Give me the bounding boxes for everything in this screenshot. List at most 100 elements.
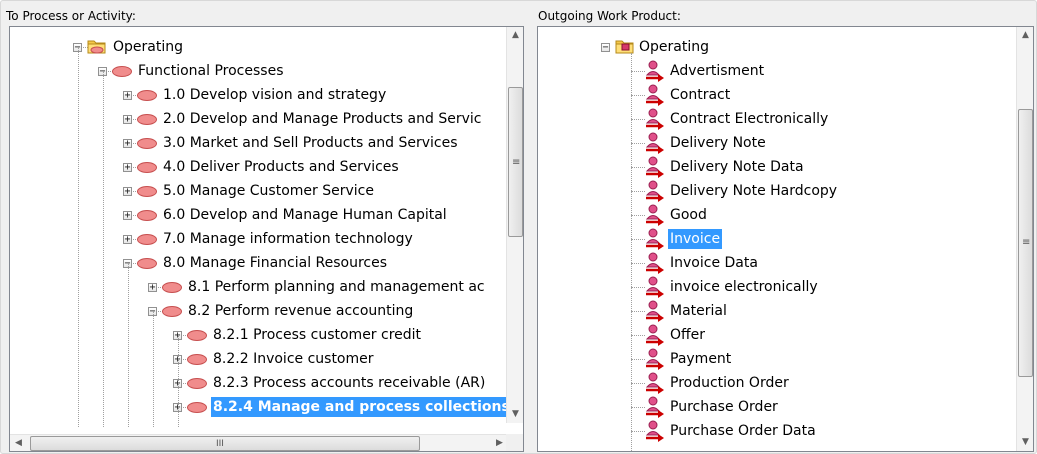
tree-item-label: Good (670, 207, 707, 223)
tree-row[interactable]: − Functional Processes (10, 59, 510, 83)
collapse-icon[interactable]: − (601, 43, 610, 53)
tree-connector (631, 311, 645, 312)
tree-connector (631, 215, 645, 216)
tree-row[interactable]: +8.2.3 Process accounts receivable (AR) (10, 371, 510, 395)
tree-row[interactable]: +6.0 Develop and Manage Human Capital (10, 203, 510, 227)
process-oval-icon (137, 114, 157, 125)
expand-icon[interactable]: + (123, 115, 132, 125)
tree-guide-line (153, 311, 154, 427)
tree-row[interactable]: Contract (538, 83, 1008, 107)
expand-icon[interactable]: + (148, 283, 157, 293)
tree-item-label: Advertisment (670, 63, 765, 79)
grip-icon: ≡ (512, 157, 521, 168)
expand-icon[interactable]: + (123, 91, 132, 101)
tree-row[interactable]: Delivery Note (538, 131, 1008, 155)
tree-connector (631, 239, 645, 240)
tree-row[interactable]: +4.0 Deliver Products and Services (10, 155, 510, 179)
process-tree-vertical-scrollbar[interactable]: ▲ ≡ ▼ (506, 27, 523, 423)
tree-item-label: Functional Processes (138, 63, 284, 79)
tree-item-label: 5.0 Manage Customer Service (163, 183, 374, 199)
tree-item-label: Production Order (670, 375, 789, 391)
scroll-thumb-horizontal[interactable]: III (30, 436, 420, 451)
expand-icon[interactable]: + (123, 163, 132, 173)
work-product-person-icon (644, 204, 666, 226)
process-oval-icon (137, 186, 157, 197)
tree-row[interactable]: Purchase Order (538, 395, 1008, 419)
tree-item-label: Operating (113, 39, 183, 55)
tree-row[interactable]: − Operating (538, 35, 1008, 59)
tree-connector (631, 143, 645, 144)
expand-icon[interactable]: + (123, 211, 132, 221)
process-tree[interactable]: − Operating − Functional Processes +1.0 Deve… (9, 26, 524, 452)
tree-item-label: Contract Electronically (670, 111, 829, 127)
tree-item-label: Delivery Note Hardcopy (670, 183, 838, 199)
tree-row[interactable]: +1.0 Develop vision and strategy (10, 83, 510, 107)
process-oval-icon (162, 282, 182, 293)
tree-row[interactable]: −8.2 Perform revenue accounting (10, 299, 510, 323)
work-product-person-icon (644, 420, 666, 442)
tree-row[interactable]: +3.0 Market and Sell Products and Servic… (10, 131, 510, 155)
process-oval-icon (187, 402, 207, 413)
grip-icon: ≡ (1022, 237, 1031, 248)
tree-row[interactable]: +5.0 Manage Customer Service (10, 179, 510, 203)
work-product-tree[interactable]: − Operating Advertisment Contract Contract E… (537, 26, 1034, 452)
tree-row[interactable]: +8.2.2 Invoice customer (10, 347, 510, 371)
tree-row[interactable]: +8.2.4 Manage and process collections (10, 395, 512, 419)
work-product-person-icon (644, 252, 666, 274)
tree-connector (631, 359, 645, 360)
process-oval-icon (112, 66, 132, 77)
tree-connector (631, 287, 645, 288)
tree-item-label: 7.0 Manage information technology (163, 231, 413, 247)
scroll-up-arrow-icon[interactable]: ▲ (1017, 27, 1033, 44)
scroll-thumb[interactable]: ≡ (508, 87, 523, 237)
tree-row[interactable]: Offer (538, 323, 1008, 347)
tree-row[interactable]: Payment (538, 347, 1008, 371)
work-product-person-icon (644, 300, 666, 322)
tree-item-label: 4.0 Deliver Products and Services (163, 159, 399, 175)
tree-row[interactable]: Production Order (538, 371, 1008, 395)
scroll-down-arrow-icon[interactable]: ▼ (507, 406, 523, 423)
tree-connector (631, 263, 645, 264)
scroll-left-arrow-icon[interactable]: ◀ (10, 435, 27, 451)
tree-row[interactable]: − Operating (10, 35, 510, 59)
left-panel-caption: To Process or Activity: (6, 9, 136, 23)
work-product-vertical-scrollbar[interactable]: ▲ ≡ ▼ (1016, 27, 1033, 451)
tree-row[interactable]: +7.0 Manage information technology (10, 227, 510, 251)
process-tree-horizontal-scrollbar[interactable]: ◀ III ▶ (10, 434, 508, 451)
tree-row[interactable]: Good (538, 203, 1008, 227)
scroll-up-arrow-icon[interactable]: ▲ (507, 27, 523, 44)
expand-icon[interactable]: + (123, 187, 132, 197)
tree-row[interactable]: Advertisment (538, 59, 1008, 83)
tree-item-label: Operating (639, 39, 709, 55)
tree-row[interactable]: Purchase Order Data (538, 419, 1008, 443)
tree-row[interactable]: Contract Electronically (538, 107, 1008, 131)
tree-item-label: 8.2.2 Invoice customer (213, 351, 374, 367)
tree-row[interactable]: +2.0 Develop and Manage Products and Ser… (10, 107, 510, 131)
selected-tree-item-label: Invoice (668, 229, 723, 249)
process-oval-icon (137, 234, 157, 245)
tree-item-label: Purchase Order (670, 399, 778, 415)
tree-connector (631, 167, 645, 168)
work-product-person-icon (644, 132, 666, 154)
tree-item-label: Offer (670, 327, 706, 343)
tree-row[interactable]: +8.2.1 Process customer credit (10, 323, 510, 347)
expand-icon[interactable]: + (123, 139, 132, 149)
tree-row[interactable]: Delivery Note Hardcopy (538, 179, 1008, 203)
work-product-person-icon (644, 276, 666, 298)
expand-icon[interactable]: + (123, 235, 132, 245)
tree-row[interactable]: Material (538, 299, 1008, 323)
tree-row[interactable]: Invoice (538, 227, 1008, 251)
tree-row[interactable]: −8.0 Manage Financial Resources (10, 251, 510, 275)
tree-row[interactable]: invoice electronically (538, 275, 1008, 299)
tree-row[interactable]: Invoice Data (538, 251, 1008, 275)
tree-item-label: 6.0 Develop and Manage Human Capital (163, 207, 447, 223)
dialog-frame: To Process or Activity: Outgoing Work Pr… (0, 0, 1037, 454)
scroll-thumb[interactable]: ≡ (1018, 109, 1033, 377)
scroll-down-arrow-icon[interactable]: ▼ (1017, 434, 1033, 451)
process-oval-icon (137, 258, 157, 269)
work-product-person-icon (644, 84, 666, 106)
tree-row[interactable]: +8.1 Perform planning and management ac (10, 275, 510, 299)
tree-row[interactable]: Delivery Note Data (538, 155, 1008, 179)
tree-item-label: 8.2 Perform revenue accounting (188, 303, 414, 319)
tree-item-label: Payment (670, 351, 732, 367)
